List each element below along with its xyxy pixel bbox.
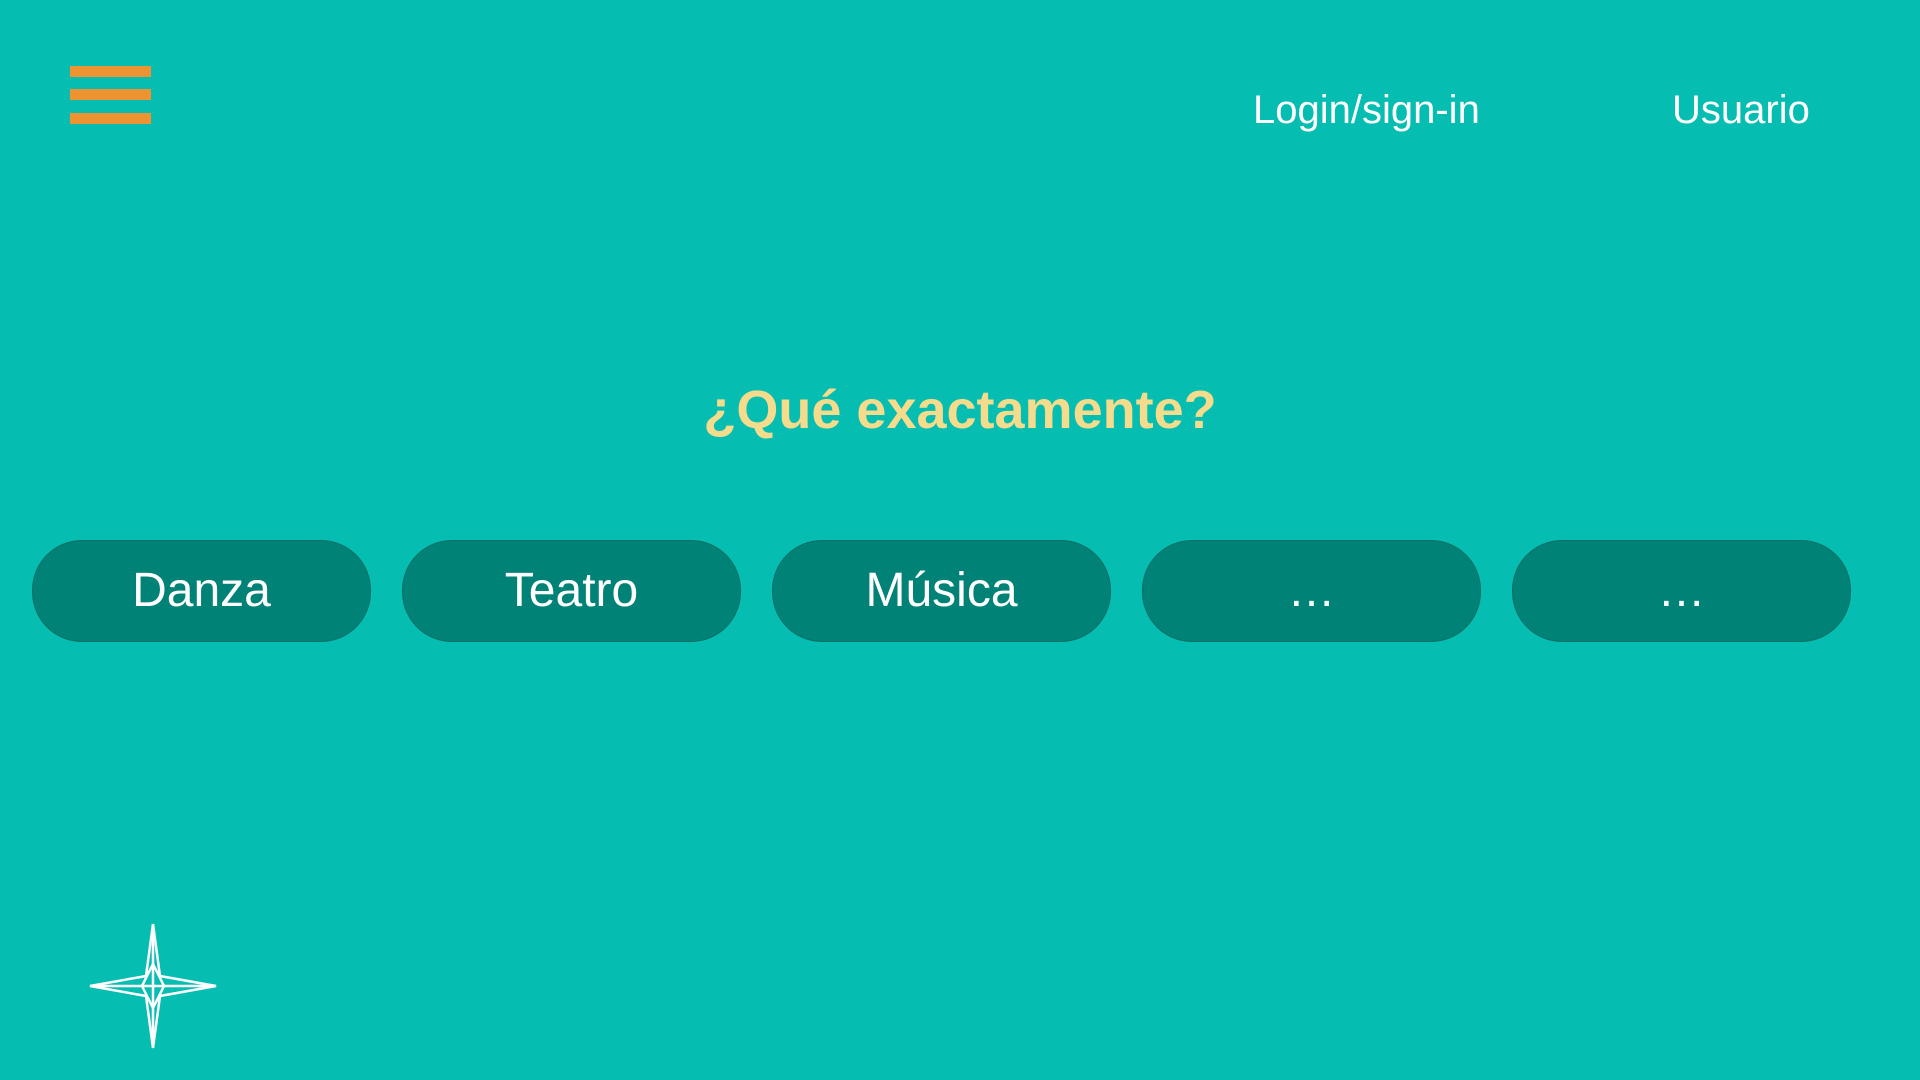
- hamburger-menu-icon[interactable]: [70, 62, 152, 128]
- page-question: ¿Qué exactamente?: [703, 380, 1217, 440]
- options-row: Danza Teatro Música … …: [32, 540, 1852, 642]
- option-more-button-2[interactable]: …: [1512, 540, 1851, 642]
- user-link[interactable]: Usuario: [1672, 80, 1810, 140]
- menu-bar-top: [70, 66, 151, 77]
- option-musica-button[interactable]: Música: [772, 540, 1111, 642]
- option-teatro-button[interactable]: Teatro: [402, 540, 741, 642]
- login-link[interactable]: Login/sign-in: [1253, 80, 1480, 140]
- option-more-button[interactable]: …: [1142, 540, 1481, 642]
- option-danza-button[interactable]: Danza: [32, 540, 371, 642]
- compass-star-icon: [89, 923, 217, 1049]
- menu-bar-middle: [70, 89, 151, 100]
- menu-bar-bottom: [70, 113, 151, 124]
